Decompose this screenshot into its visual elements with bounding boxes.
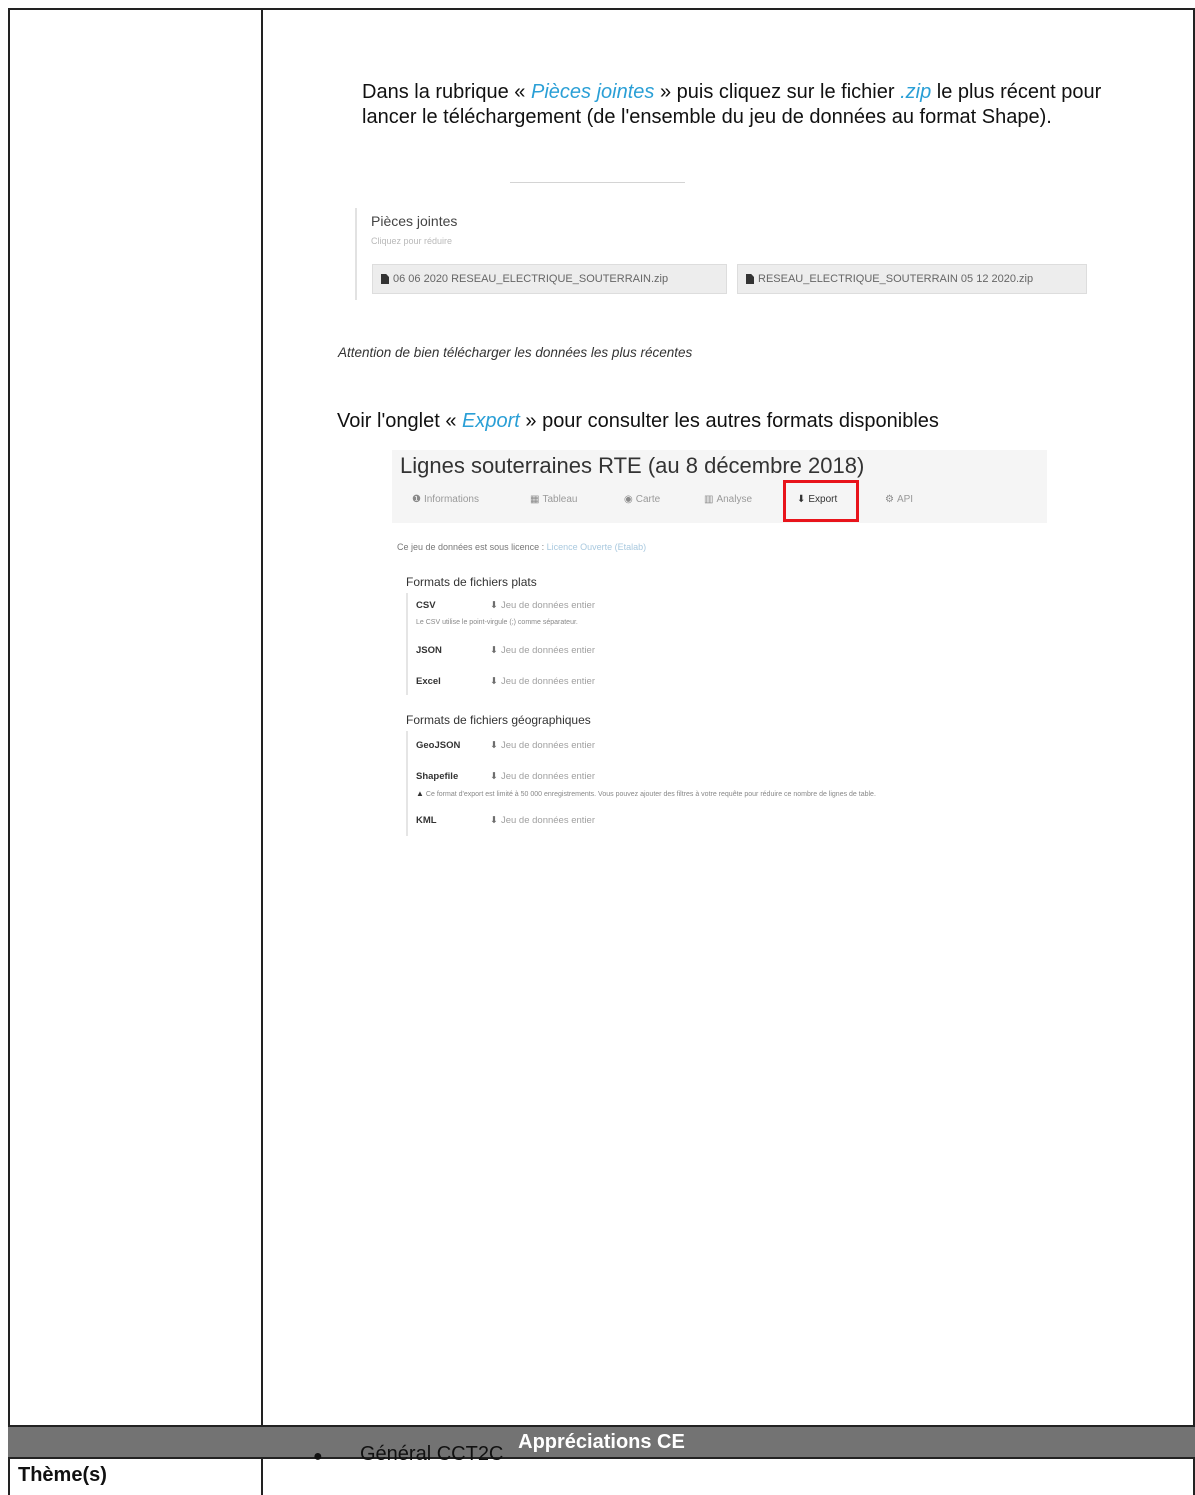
table-left-border — [8, 8, 10, 1495]
download-icon: ⬇ — [490, 600, 498, 611]
intro-text-2: » puis cliquez sur le fichier — [654, 81, 901, 103]
tab-label: Analyse — [716, 494, 753, 505]
flat-formats-title: Formats de fichiers plats — [406, 575, 537, 589]
download-excel-link[interactable]: ⬇ Jeu de données entier — [490, 676, 595, 687]
tab-carte[interactable]: ◉ Carte — [624, 494, 660, 505]
flat-formats-border — [406, 593, 408, 695]
format-json: JSON — [416, 645, 442, 656]
license-line: Ce jeu de données est sous licence : Lic… — [397, 542, 646, 552]
download-label: Jeu de données entier — [500, 740, 595, 751]
download-label: Jeu de données entier — [500, 676, 595, 687]
file-icon — [381, 274, 389, 284]
shapefile-note-text: Ce format d'export est limité à 50 000 e… — [425, 791, 876, 798]
attachment-file-1[interactable]: 06 06 2020 RESEAU_ELECTRIQUE_SOUTERRAIN.… — [372, 264, 727, 294]
tab-label: Informations — [423, 494, 479, 505]
table-top-border — [8, 8, 1195, 10]
export-emphasis: Export — [462, 410, 520, 432]
bullet-icon: ● — [313, 1448, 323, 1465]
tab-api[interactable]: ⚙ API — [885, 494, 913, 505]
attachment-file-name: 06 06 2020 RESEAU_ELECTRIQUE_SOUTERRAIN.… — [393, 273, 669, 285]
tab-label: Tableau — [542, 494, 578, 505]
intro-paragraph: Dans la rubrique « Pièces jointes » puis… — [362, 80, 1112, 130]
download-icon: ⬇ — [490, 740, 498, 751]
section-header-title: Appréciations CE — [518, 1431, 685, 1453]
format-excel: Excel — [416, 676, 441, 687]
download-label: Jeu de données entier — [500, 815, 595, 826]
format-geojson: GeoJSON — [416, 740, 461, 751]
download-icon: ⬇ — [490, 815, 498, 826]
download-kml-link[interactable]: ⬇ Jeu de données entier — [490, 815, 595, 826]
info-icon: ❶ — [412, 494, 421, 505]
shapefile-note: ▲ Ce format d'export est limité à 50 000 … — [416, 789, 876, 798]
dataset-title: Lignes souterraines RTE (au 8 décembre 2… — [400, 453, 865, 478]
license-text: Ce jeu de données est sous licence : — [397, 542, 547, 552]
download-label: Jeu de données entier — [500, 771, 595, 782]
download-label: Jeu de données entier — [500, 645, 595, 656]
tab-informations[interactable]: ❶ Informations — [412, 494, 479, 505]
attachments-title: Pièces jointes — [371, 213, 458, 229]
download-icon: ⬇ — [490, 676, 498, 687]
geo-formats-border — [406, 731, 408, 836]
see-export-text-1: Voir l'onglet « — [337, 410, 463, 432]
geo-formats-title: Formats de fichiers géographiques — [406, 713, 591, 727]
portal-header: Lignes souterraines RTE (au 8 décembre 2… — [392, 450, 1047, 523]
map-icon: ◉ — [624, 494, 633, 505]
file-icon — [746, 274, 754, 284]
attachments-panel: Pièces jointes Cliquez pour réduire 06 0… — [355, 208, 1092, 300]
attachment-file-name: RESEAU_ELECTRIQUE_SOUTERRAIN 05 12 2020.… — [758, 273, 1034, 285]
table-column-divider — [261, 8, 263, 1495]
zip-emphasis: .zip — [900, 81, 932, 103]
tab-label: Carte — [635, 494, 661, 505]
pieces-jointes-emphasis: Pièces jointes — [530, 81, 655, 103]
download-shapefile-link[interactable]: ⬇ Jeu de données entier — [490, 771, 595, 782]
download-json-link[interactable]: ⬇ Jeu de données entier — [490, 645, 595, 656]
download-geojson-link[interactable]: ⬇ Jeu de données entier — [490, 740, 595, 751]
format-csv: CSV — [416, 600, 436, 611]
download-icon: ⬇ — [490, 771, 498, 782]
cropped-text-line — [510, 182, 685, 183]
export-tab-highlight — [783, 480, 859, 522]
row-divider — [8, 1457, 1195, 1459]
chart-icon: ▥ — [704, 494, 714, 505]
theme-label: Thème(s) — [18, 1464, 107, 1486]
download-csv-link[interactable]: ⬇ Jeu de données entier — [490, 600, 595, 611]
section-header-bar: Appréciations CE — [8, 1427, 1195, 1457]
api-icon: ⚙ — [885, 494, 894, 505]
see-export-text-2: » pour consulter les autres formats disp… — [519, 410, 939, 432]
download-label: Jeu de données entier — [500, 600, 595, 611]
tab-label: API — [896, 494, 914, 505]
csv-note: Le CSV utilise le point-virgule (;) comm… — [416, 619, 578, 626]
license-link[interactable]: Licence Ouverte (Etalab) — [547, 542, 647, 552]
format-kml: KML — [416, 815, 437, 826]
attachment-file-2[interactable]: RESEAU_ELECTRIQUE_SOUTERRAIN 05 12 2020.… — [737, 264, 1087, 294]
download-icon: ⬇ — [490, 645, 498, 656]
theme-item: Général CCT2C — [360, 1443, 504, 1465]
warning-icon: ▲ — [416, 789, 424, 798]
table-icon: ▦ — [530, 494, 540, 505]
attachments-subtitle[interactable]: Cliquez pour réduire — [371, 236, 452, 246]
tab-analyse[interactable]: ▥ Analyse — [704, 494, 752, 505]
see-export-sentence: Voir l'onglet « Export » pour consulter … — [337, 410, 939, 433]
intro-text-1: Dans la rubrique « — [362, 81, 531, 103]
tab-tableau[interactable]: ▦ Tableau — [530, 494, 577, 505]
format-shapefile: Shapefile — [416, 771, 459, 782]
recent-data-note: Attention de bien télécharger les donnée… — [338, 345, 693, 360]
